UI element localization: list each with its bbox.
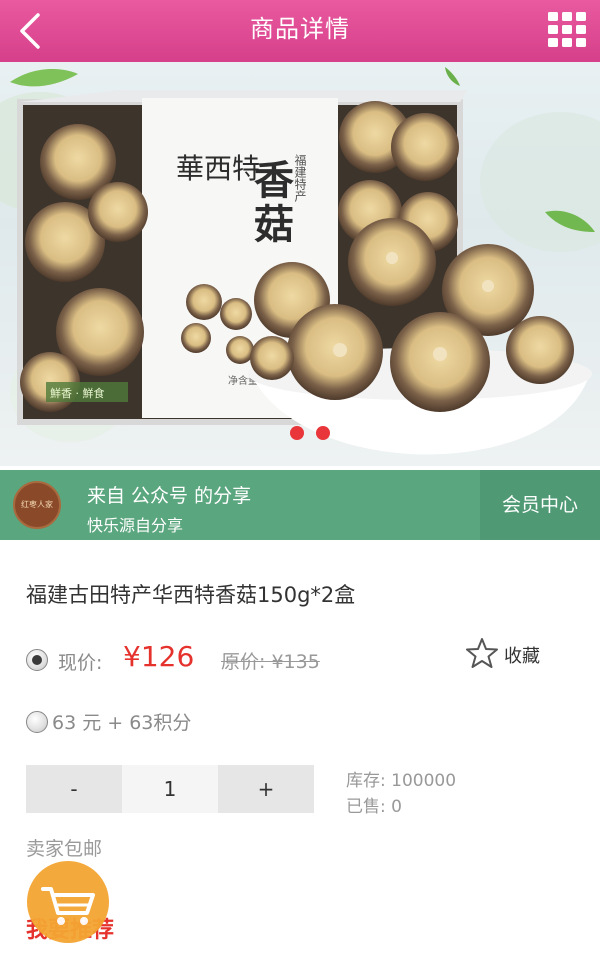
stock-label: 库存: bbox=[346, 771, 386, 791]
product-photo: 華西特 香 菇 福建特产 鮮香 · 鮮食 净含量: 15 bbox=[0, 67, 600, 455]
current-price-label: 现价: bbox=[58, 652, 103, 674]
product-info: 福建古田特产华西特香菇150g*2盒 现价: ¥126 原价: ¥135 收藏 … bbox=[0, 540, 600, 959]
star-icon bbox=[466, 638, 498, 668]
product-name: 福建古田特产华西特香菇150g*2盒 bbox=[26, 583, 356, 607]
points-option-label: 63 元 + 63积分 bbox=[52, 712, 192, 734]
quantity-stepper: - 1 + bbox=[26, 765, 314, 813]
share-bar: 红枣人家 来自 公众号 的分享 快乐源自分享 会员中心 bbox=[0, 470, 600, 540]
sold-value: 0 bbox=[391, 797, 402, 817]
svg-text:福建特产: 福建特产 bbox=[293, 153, 307, 203]
carousel-indicator bbox=[290, 426, 340, 440]
stock-info: 库存: 100000 bbox=[346, 766, 456, 791]
cart-icon bbox=[41, 887, 95, 925]
quantity-minus-button[interactable]: - bbox=[26, 765, 122, 813]
product-image-carousel[interactable]: 華西特 香 菇 福建特产 鮮香 · 鮮食 净含量: 15 bbox=[0, 62, 600, 466]
svg-text:香: 香 bbox=[254, 157, 294, 204]
avatar: 红枣人家 bbox=[13, 481, 61, 529]
page-title: 商品详情 bbox=[250, 15, 350, 43]
stock-value: 100000 bbox=[391, 771, 457, 791]
favorite-button[interactable]: 收藏 bbox=[466, 637, 576, 671]
quantity-plus-button[interactable]: + bbox=[218, 765, 314, 813]
sold-label: 已售: bbox=[346, 797, 386, 817]
share-source-text: 来自 公众号 的分享 bbox=[87, 485, 252, 507]
favorite-label: 收藏 bbox=[504, 646, 540, 667]
carousel-dot[interactable] bbox=[290, 426, 304, 440]
box-brand: 華西特 bbox=[176, 152, 260, 185]
price-option-radio[interactable] bbox=[26, 649, 48, 671]
original-price-text: 原价: ¥135 bbox=[221, 647, 320, 674]
svg-text:鮮香 · 鮮食: 鮮香 · 鮮食 bbox=[50, 386, 105, 400]
current-price: ¥126 bbox=[123, 640, 195, 673]
original-price: ¥135 bbox=[271, 651, 320, 673]
share-slogan: 快乐源自分享 bbox=[87, 516, 184, 535]
carousel-dot[interactable] bbox=[316, 426, 330, 440]
cart-button[interactable] bbox=[27, 861, 109, 943]
sold-info: 已售: 0 bbox=[346, 792, 402, 817]
points-option-radio[interactable] bbox=[26, 711, 48, 733]
grid-menu-icon[interactable] bbox=[548, 12, 586, 48]
member-center-button[interactable]: 会员中心 bbox=[480, 470, 600, 540]
quantity-input[interactable]: 1 bbox=[122, 765, 218, 813]
svg-text:菇: 菇 bbox=[254, 201, 294, 248]
original-price-label: 原价: bbox=[221, 651, 266, 673]
top-nav-bar: 商品详情 bbox=[0, 0, 600, 62]
shipping-note: 卖家包邮 bbox=[26, 838, 103, 860]
